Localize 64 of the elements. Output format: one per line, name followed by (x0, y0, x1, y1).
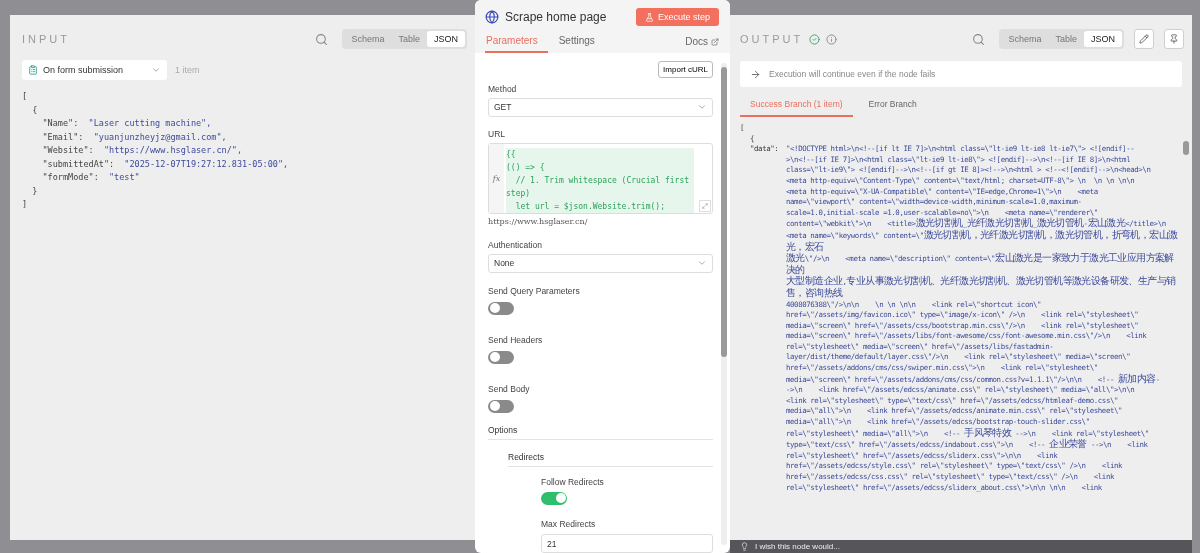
code-line: "Email": "yuanjunzheyjz@gmail.com", (41, 130, 227, 144)
pin-icon (1169, 34, 1179, 44)
pin-button[interactable] (1164, 29, 1184, 49)
code-line: "formMode": "test" (41, 171, 140, 184)
edit-button[interactable] (1134, 29, 1154, 49)
node-tab[interactable]: Parameters (485, 31, 548, 53)
node-title: Scrape home page (505, 10, 608, 24)
toggle-label: Follow Redirects (541, 476, 605, 487)
arrow-icon (750, 68, 761, 80)
toggle-switch[interactable] (541, 491, 567, 505)
toggle-label: Send Headers (488, 334, 544, 345)
url-preview: https://www.hsglaser.cn/ (488, 216, 589, 226)
view-tab[interactable]: Table (391, 31, 427, 47)
flask-icon (644, 12, 654, 22)
max-redirects-input[interactable]: 21 (541, 534, 713, 553)
branch-tab[interactable]: Error Branch (858, 94, 927, 117)
toggle-switch[interactable] (488, 350, 514, 364)
field-label: Max Redirects (541, 518, 597, 529)
toggle-switch[interactable] (488, 399, 514, 413)
view-tab[interactable]: Table (1048, 31, 1084, 47)
panel-title: INPUT (22, 33, 70, 45)
clipboard-icon (28, 65, 38, 75)
field-label: Authentication (488, 239, 543, 250)
method-select[interactable]: GET (488, 98, 713, 117)
toggle-label: Send Query Parameters (488, 285, 581, 296)
globe-icon (485, 10, 499, 24)
view-tab[interactable]: JSON (427, 31, 465, 47)
field-label: Method (488, 84, 518, 94)
url-editor[interactable]: fx {{ (() => { // 1. Trim whitespace (Crucial first step) let url = $json.Website.trim(); (488, 142, 713, 214)
code-line: "Website": "https://www.hsglaser.cn/", (41, 144, 243, 157)
fx-label: fx (489, 143, 504, 213)
item-count: 1 item (175, 65, 200, 75)
code-line: "submittedAt": "2025-12-07T19:27:12.831-05:00", (41, 157, 289, 171)
execute-button[interactable]: Execute step (635, 8, 719, 26)
field-label: URL (488, 128, 506, 139)
check-circle-icon (809, 33, 821, 45)
panel-title: OUTPUT (740, 33, 804, 45)
toggle-switch[interactable] (488, 301, 514, 315)
source-dropdown[interactable]: On form submission (22, 60, 167, 80)
code-line: [ (22, 90, 28, 103)
pencil-icon (1139, 34, 1149, 44)
view-tab[interactable]: JSON (1084, 31, 1122, 47)
code-line: { (31, 103, 38, 117)
section-heading: Options (488, 424, 713, 440)
external-link-icon (711, 37, 719, 46)
code-line: } (31, 184, 38, 198)
notice-text: Execution will continue even if the node fails (769, 69, 936, 79)
code-line: "Name": "Laser cutting machine", (41, 117, 212, 130)
node-tab[interactable]: Settings (557, 31, 605, 53)
code-line: ] (22, 198, 28, 211)
chevron-icon (151, 65, 161, 75)
search-icon[interactable] (972, 32, 986, 46)
info-icon (826, 33, 838, 45)
toggle-label: Send Body (488, 383, 531, 394)
view-tab[interactable]: Schema (1001, 31, 1049, 47)
view-tab[interactable]: Schema (344, 31, 392, 47)
docs-link[interactable]: Docs (685, 36, 719, 53)
scrollbar[interactable] (721, 63, 727, 545)
search-icon[interactable] (315, 32, 329, 46)
expand-icon[interactable] (699, 199, 711, 212)
authentication-select[interactable]: None (488, 253, 713, 273)
import-curl-button[interactable]: Import cURL (658, 61, 713, 78)
lightbulb-icon (740, 542, 749, 551)
section-heading: Redirects (508, 451, 713, 467)
